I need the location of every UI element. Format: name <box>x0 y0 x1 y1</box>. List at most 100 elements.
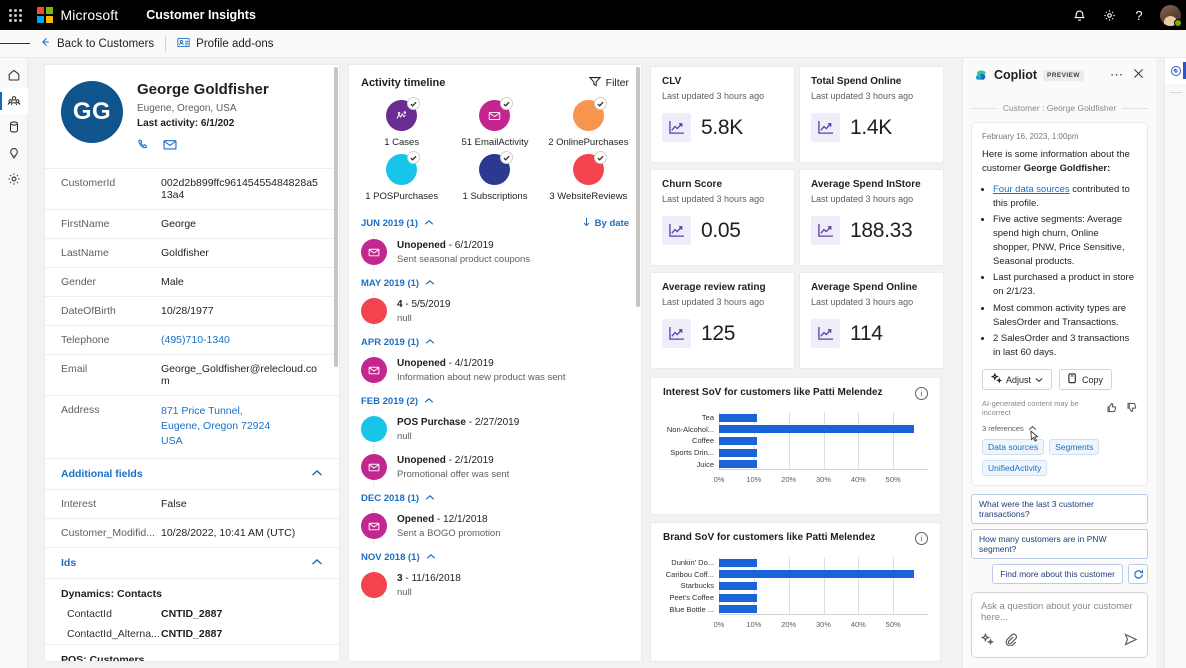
kpi-value: 188.33 <box>850 218 913 242</box>
bar <box>719 605 758 614</box>
timeline-month-header[interactable]: MAY 2019 (1) <box>349 271 641 292</box>
menu-icon[interactable] <box>0 30 30 58</box>
kpi-card-clv[interactable]: CLV Last updated 3 hours ago 5.8K <box>650 66 795 163</box>
timeline-summary-label: 1 Cases <box>384 137 420 148</box>
scrollbar[interactable] <box>636 67 640 307</box>
timeline-month-header[interactable]: DEC 2018 (1) <box>349 486 641 507</box>
info-icon[interactable]: i <box>915 532 928 545</box>
send-icon[interactable] <box>1124 633 1138 651</box>
more-icon[interactable]: ⋯ <box>1110 68 1123 81</box>
timeline-entry[interactable]: 4 - 5/5/2019 null <box>349 292 641 330</box>
timeline-entry[interactable]: Unopened - 4/1/2019 Information about ne… <box>349 351 641 389</box>
copilot-header: Copliot PREVIEW ⋯ <box>963 58 1156 90</box>
data-sources-link[interactable]: Four data sources <box>993 184 1070 195</box>
close-icon[interactable] <box>1133 66 1144 84</box>
kpi-value: 114 <box>850 321 883 345</box>
back-to-customers-button[interactable]: Back to Customers <box>30 30 163 58</box>
kpi-updated: Last updated 3 hours ago <box>811 91 914 101</box>
suggested-prompt[interactable]: How many customers are in PNW segment? <box>971 529 1148 559</box>
copy-button[interactable]: Copy <box>1059 369 1113 390</box>
chevron-up-icon <box>424 396 434 407</box>
address-row: Address 871 Price Tunnel, Eugene, Oregon… <box>45 395 339 458</box>
kpi-card-average-spend-online[interactable]: Average Spend Online Last updated 3 hour… <box>799 272 944 369</box>
timeline-summary-item[interactable]: 2 OnlinePurchases <box>542 97 635 148</box>
timeline-entry[interactable]: POS Purchase - 2/27/2019 null <box>349 410 641 448</box>
timeline-entry[interactable]: Unopened - 2/1/2019 Promotional offer wa… <box>349 448 641 486</box>
info-icon[interactable]: i <box>915 387 928 400</box>
kpi-updated: Last updated 3 hours ago <box>662 194 765 204</box>
thumbs-up-icon[interactable] <box>1106 402 1117 415</box>
timeline-summary-item[interactable]: 51 EmailActivity <box>448 97 541 148</box>
timeline-summary-item[interactable]: 1 Cases <box>355 97 448 148</box>
pos-purchase-icon <box>361 416 387 442</box>
reference-chip[interactable]: Segments <box>1049 439 1100 455</box>
phone-icon[interactable] <box>137 138 150 156</box>
timeline-entry-subtitle: Promotional offer was sent <box>397 469 510 480</box>
scrollbar[interactable] <box>334 67 338 367</box>
additional-fields-section[interactable]: Additional fields <box>45 457 339 489</box>
adjust-button[interactable]: Adjust <box>982 369 1053 390</box>
pos-purchases-bubble <box>386 151 421 185</box>
filter-button[interactable]: Filter <box>588 76 629 90</box>
attach-icon[interactable] <box>1004 633 1018 651</box>
timeline-entry[interactable]: 3 - 11/16/2018 null <box>349 566 641 604</box>
sidebar-item-data[interactable] <box>0 114 28 140</box>
address-link[interactable]: 871 Price Tunnel, Eugene, Oregon 72924 U… <box>161 404 323 450</box>
email-icon[interactable] <box>163 138 177 156</box>
check-icon <box>500 97 514 110</box>
suggested-prompt[interactable]: Find more about this customer <box>992 564 1123 584</box>
sidebar-item-customers[interactable] <box>0 88 28 114</box>
telephone-link[interactable]: (495)710-1340 <box>161 334 323 346</box>
timeline-month-header[interactable]: NOV 2018 (1) <box>349 545 641 566</box>
status-badge: PREVIEW <box>1043 69 1084 81</box>
avatar[interactable] <box>1154 0 1186 30</box>
sort-by-date-button[interactable]: By date <box>582 217 629 230</box>
timeline-summary-item[interactable]: 3 WebsiteReviews <box>542 151 635 202</box>
profile-addons-button[interactable]: Profile add-ons <box>168 30 282 58</box>
help-icon[interactable]: ? <box>1124 0 1154 30</box>
references-toggle[interactable]: 3 references <box>982 424 1137 442</box>
kpi-card-churn-score[interactable]: Churn Score Last updated 3 hours ago 0.0… <box>650 169 795 266</box>
gear-icon[interactable] <box>1094 0 1124 30</box>
page-title: George Goldfisher <box>137 81 269 98</box>
thumbs-down-icon[interactable] <box>1126 402 1137 415</box>
sidebar-item-home[interactable] <box>0 62 28 88</box>
timeline-month-header[interactable]: APR 2019 (1) <box>349 330 641 351</box>
sparkle-icon[interactable] <box>980 632 995 651</box>
timeline-month-header[interactable]: FEB 2019 (2) <box>349 389 641 410</box>
copilot-icon[interactable] <box>1164 58 1186 84</box>
check-icon <box>593 151 607 164</box>
timeline-month-header[interactable]: JUN 2019 (1) By date <box>349 210 641 233</box>
field-value: 002d2b899ffc96145455484828a513a4 <box>161 177 318 201</box>
timeline-summary-item[interactable]: 1 Subscriptions <box>448 151 541 202</box>
right-rail <box>1164 58 1186 668</box>
chevron-down-icon <box>1035 375 1043 385</box>
kpi-card-total-spend-online[interactable]: Total Spend Online Last updated 3 hours … <box>799 66 944 163</box>
suggested-prompt[interactable]: What were the last 3 customer transactio… <box>971 494 1148 524</box>
timeline-entry[interactable]: Unopened - 6/1/2019 Sent seasonal produc… <box>349 233 641 271</box>
copilot-input-box[interactable]: Ask a question about your customer here.… <box>971 592 1148 658</box>
waffle-icon[interactable] <box>0 0 30 30</box>
bell-icon[interactable] <box>1064 0 1094 30</box>
reference-chip[interactable]: UnifiedActivity <box>982 460 1048 476</box>
trend-chart-icon <box>662 216 691 245</box>
field-row: ContactId CNTID_2887 <box>45 604 339 624</box>
ids-section[interactable]: Ids <box>45 546 339 578</box>
bar <box>719 558 758 567</box>
timeline-summary: 1 Cases 51 EmailActivity 2 OnlinePurchas… <box>349 96 641 210</box>
sidebar-item-insights[interactable] <box>0 140 28 166</box>
app-title[interactable]: Customer Insights <box>146 8 256 22</box>
bar-category-label: Peet's Coffee <box>669 593 714 603</box>
bar-category-label: Blue Bottle ... <box>669 604 714 614</box>
timeline-summary-item[interactable]: 1 POSPurchases <box>355 151 448 202</box>
x-tick-label: 10% <box>746 475 762 484</box>
kpi-card-average-spend-instore[interactable]: Average Spend InStore Last updated 3 hou… <box>799 169 944 266</box>
x-tick-label: 0% <box>713 475 725 484</box>
kpi-updated: Last updated 3 hours ago <box>662 91 765 101</box>
sidebar-item-settings[interactable] <box>0 166 28 192</box>
refresh-icon[interactable] <box>1128 564 1148 584</box>
adjust-label: Adjust <box>1006 374 1032 385</box>
bar-row: Starbucks <box>663 580 928 591</box>
kpi-card-average-review-rating[interactable]: Average review rating Last updated 3 hou… <box>650 272 795 369</box>
timeline-entry[interactable]: Opened - 12/1/2018 Sent a BOGO promotion <box>349 507 641 545</box>
